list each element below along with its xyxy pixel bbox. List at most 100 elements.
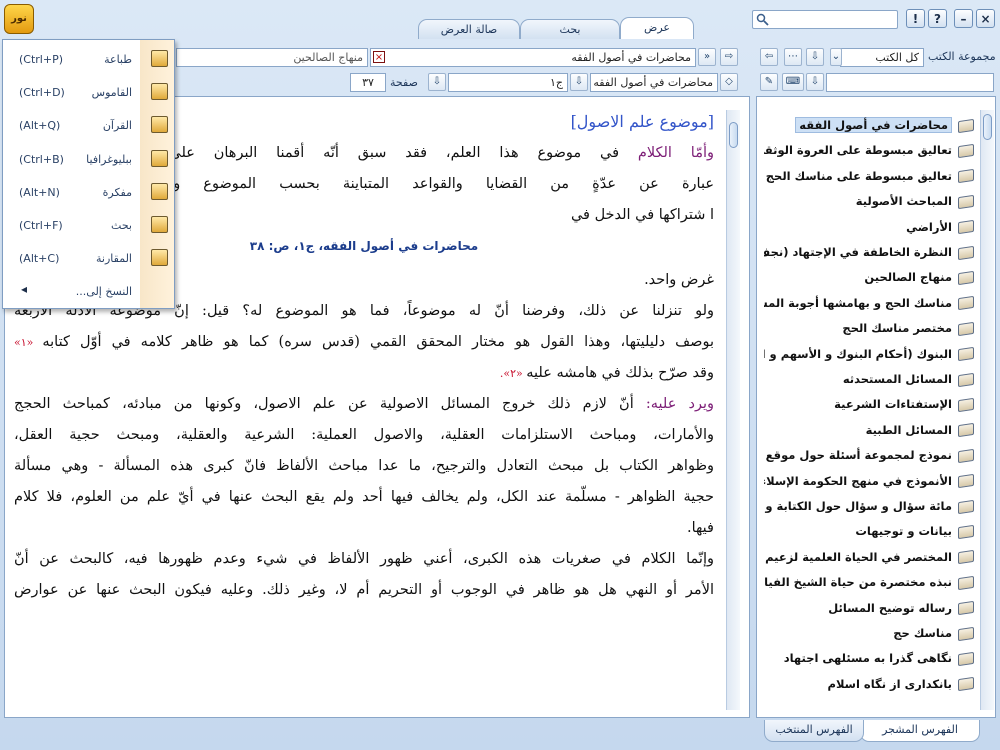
- footnote-ref[interactable]: «۲».: [500, 367, 526, 380]
- book-list-item[interactable]: نبذه مختصرة من حياة الشيخ الفياء: [764, 569, 974, 595]
- book-icon: [958, 118, 974, 133]
- book-list-item[interactable]: تعاليق مبسوطة على مناسك الحج: [764, 163, 974, 189]
- page-label: صفحة: [390, 76, 418, 89]
- book-list-item[interactable]: المختصر في الحياة العلمية لزعيم ا: [764, 544, 974, 570]
- menu-item[interactable]: (Alt+Q) القرآن: [3, 108, 176, 141]
- book-list-item[interactable]: مائة سؤال و سؤال حول الكتابة و ال: [764, 493, 974, 519]
- menu-item[interactable]: (Ctrl+F) بحث: [3, 208, 176, 241]
- book-list-item[interactable]: النظرة الخاطفة في الإجتهاد (نجف: [764, 239, 974, 265]
- book-icon: [958, 321, 974, 336]
- book-list-item[interactable]: بانكدارى از نگاه اسلام: [764, 671, 974, 697]
- menu-shortcut: (Alt+C): [19, 252, 60, 266]
- menu-item[interactable]: (Alt+N) مفكرة: [3, 175, 176, 208]
- menu-item[interactable]: (Ctrl+D) القاموس: [3, 75, 176, 108]
- paragraph: وإنّما الكلام في صغريات هذه الكبرى، أعني…: [14, 551, 714, 567]
- book-list-item[interactable]: منهاج الصالحين: [764, 264, 974, 290]
- book-list-item[interactable]: المباحث الأصولية: [764, 188, 974, 214]
- book-list-item[interactable]: نموذج لمجموعة أسئلة حول موقع ا: [764, 442, 974, 468]
- menu-shortcut: (Ctrl+F): [19, 219, 63, 232]
- book-icon: [958, 219, 974, 235]
- book-title: محاضرات في أصول الفقه: [795, 117, 952, 133]
- book-list-item[interactable]: البنوك (أحكام البنوك و الأسهم و ا: [764, 341, 974, 367]
- tab-search[interactable]: بحث: [520, 19, 620, 39]
- paragraph: بوصف دليليتها، وهذا القول هو مختار المحق…: [42, 334, 714, 350]
- doc-tab-active[interactable]: محاضرات في أصول الفقه: [370, 48, 696, 67]
- menu-label: طباعة: [104, 53, 132, 66]
- book-list-item[interactable]: الإستفتاءات الشرعية: [764, 391, 974, 417]
- more-options-icon[interactable]: ⋯: [784, 48, 802, 66]
- book-list-scroll-thumb[interactable]: [983, 114, 992, 140]
- book-list-item[interactable]: المسائل المستحدثه: [764, 366, 974, 392]
- volume-dropdown-icon[interactable]: ⇩: [428, 73, 446, 91]
- book-list-item[interactable]: مختصر مناسك الحج: [764, 315, 974, 341]
- book-list-item[interactable]: الأنموذج في منهج الحكومة الإسلاء: [764, 468, 974, 494]
- menu-label: بحث: [111, 219, 132, 232]
- book-title: مناسك حج: [893, 626, 952, 640]
- menu-label: مفكرة: [102, 185, 132, 199]
- book-title: المختصر في الحياة العلمية لزعيم ا: [764, 549, 952, 564]
- menu-shortcut: (Alt+Q): [19, 119, 61, 133]
- tools-icon[interactable]: ✎: [760, 73, 778, 91]
- book-title: مختصر مناسك الحج: [842, 321, 952, 336]
- double-chevron-icon[interactable]: »: [698, 48, 716, 66]
- footnote-ref[interactable]: «۱»: [14, 336, 42, 349]
- reader-scroll-thumb[interactable]: [729, 122, 738, 148]
- collection-select[interactable]: كل الكتب: [840, 48, 924, 67]
- tab-selected-index[interactable]: الفهرس المنتخب: [764, 720, 864, 742]
- book-icon: [958, 575, 974, 590]
- book-title: نموذج لمجموعة أسئلة حول موقع ا: [764, 448, 952, 463]
- book-icon: [958, 397, 974, 413]
- printer-icon: [151, 50, 168, 67]
- close-icon[interactable]: ×: [976, 9, 995, 28]
- book-name-field[interactable]: محاضرات في أصول الفقه: [590, 73, 718, 92]
- bookmark-icon[interactable]: ◇: [720, 73, 738, 91]
- book-icon: [958, 600, 974, 616]
- forward-arrow-icon[interactable]: ⇨: [720, 48, 738, 66]
- book-list-item[interactable]: بيانات و توجيهات: [764, 518, 974, 544]
- menu-item[interactable]: (Alt+C) المقارنة: [3, 241, 176, 274]
- menu-item[interactable]: (Ctrl+P) طباعة: [3, 42, 176, 75]
- menu-item[interactable]: النسخ إلى... ◂: [3, 274, 176, 307]
- close-doc-icon[interactable]: ×: [373, 51, 385, 63]
- page-field[interactable]: ۳۷: [350, 73, 386, 92]
- tab-gallery[interactable]: صالة العرض: [418, 19, 520, 39]
- book-icon: [958, 550, 974, 565]
- collection-down-arrow-icon[interactable]: ⇩: [806, 48, 824, 66]
- book-list-scrollbar[interactable]: [980, 110, 994, 710]
- book-list-item[interactable]: المسائل الطبية: [764, 417, 974, 443]
- quran-icon: [151, 116, 168, 134]
- book-dropdown-icon[interactable]: ⇩: [570, 73, 588, 91]
- paragraph: والأمارات، ومباحث الاستلزامات العقلية، و…: [14, 427, 714, 443]
- info-icon[interactable]: !: [906, 9, 925, 28]
- volume-field[interactable]: ج۱: [448, 73, 568, 92]
- menu-shortcut: (Alt+N): [19, 185, 60, 199]
- book-icon: [958, 651, 974, 667]
- book-title: المسائل الطبية: [865, 422, 952, 437]
- filter-down-icon[interactable]: ⇩: [806, 73, 824, 91]
- compare-icon: [151, 249, 168, 267]
- book-list-item[interactable]: الأراضي: [764, 214, 974, 240]
- book-list-item[interactable]: محاضرات في أصول الفقه: [764, 112, 974, 138]
- book-list-item[interactable]: مناسك الحج و بهامشها أجوبة المس: [764, 290, 974, 316]
- book-list-item[interactable]: مناسك حج: [764, 620, 974, 646]
- keyboard-icon[interactable]: ⌨: [782, 73, 804, 91]
- tab-view[interactable]: عرض: [620, 17, 694, 39]
- book-list-item[interactable]: نگاهى گذرا به مسئلهی اجتهاد: [764, 645, 974, 671]
- global-search-input[interactable]: [752, 10, 898, 29]
- nav-left-arrow-icon[interactable]: ⇦: [760, 48, 778, 66]
- book-icon: [958, 245, 974, 260]
- help-icon[interactable]: ?: [928, 9, 947, 28]
- reader-scrollbar[interactable]: [726, 110, 740, 710]
- menu-item[interactable]: (Ctrl+B) ببليوغرافيا: [3, 142, 176, 175]
- book-list-item[interactable]: رساله توضيح المسائل: [764, 595, 974, 621]
- book-title: الأنموذج في منهج الحكومة الإسلاء: [764, 473, 952, 488]
- minimize-icon[interactable]: –: [954, 9, 973, 28]
- tab-tree-index[interactable]: الفهرس المشجر: [860, 720, 980, 742]
- doc-tab-other[interactable]: منهاج الصالحين: [176, 48, 368, 67]
- book-list-item[interactable]: تعاليق مبسوطة على العروة الوثقى: [764, 137, 974, 163]
- collection-dropdown-arrow[interactable]: ⌄: [830, 48, 842, 66]
- bibliography-icon: [151, 149, 168, 167]
- book-filter-input[interactable]: [826, 73, 994, 92]
- paragraph: حجية الظواهر - مسلّمة عند الكل، ولم يخال…: [14, 489, 714, 505]
- app-logo[interactable]: نور: [4, 4, 34, 34]
